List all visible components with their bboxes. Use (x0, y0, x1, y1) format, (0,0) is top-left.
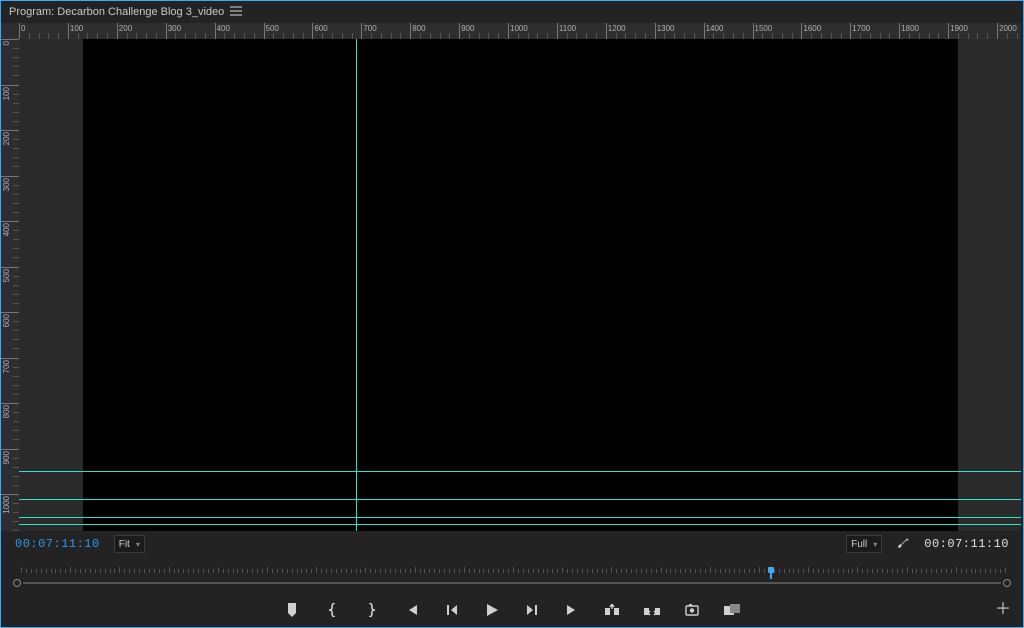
ruler-label: 900 (461, 24, 474, 33)
ruler-label: 1600 (803, 24, 821, 33)
go-to-out-button[interactable] (563, 601, 581, 619)
ruler-label: 800 (2, 405, 11, 418)
range-handle-end[interactable] (1003, 579, 1011, 587)
settings-wrench-icon[interactable] (896, 536, 910, 553)
ruler-label: 100 (2, 87, 11, 100)
zoom-select-label: Fit (119, 539, 130, 550)
guide-horizontal[interactable] (19, 517, 1021, 518)
ruler-label: 1800 (901, 24, 919, 33)
brace-close-button[interactable] (363, 601, 381, 619)
guide-vertical[interactable] (356, 39, 357, 531)
playhead-handle[interactable] (768, 567, 774, 573)
ruler-label: 400 (2, 223, 11, 236)
ruler-label: 1400 (706, 24, 724, 33)
panel-title: Program: Decarbon Challenge Blog 3_video (9, 6, 224, 18)
guide-horizontal[interactable] (19, 524, 1021, 525)
ruler-label: 300 (2, 178, 11, 191)
ruler-label: 500 (2, 269, 11, 282)
video-canvas (83, 39, 958, 531)
panel-titlebar: Program: Decarbon Challenge Blog 3_video (1, 1, 1023, 23)
ruler-label: 1000 (510, 24, 528, 33)
go-to-in-button[interactable] (403, 601, 421, 619)
lift-button[interactable] (603, 601, 621, 619)
step-forward-button[interactable] (523, 601, 541, 619)
program-monitor-panel: Program: Decarbon Challenge Blog 3_video… (0, 0, 1024, 628)
safe-margins-button[interactable] (723, 601, 741, 619)
ruler-label: 200 (2, 132, 11, 145)
playhead-timecode[interactable]: 00:07:11:10 (15, 537, 100, 551)
ruler-label: 600 (2, 314, 11, 327)
transport-controls: ＋ (1, 593, 1023, 627)
ruler-label: 2000 (999, 24, 1017, 33)
ruler-label: 1200 (608, 24, 626, 33)
time-ruler[interactable] (1, 557, 1023, 593)
ruler-label: 1900 (950, 24, 968, 33)
canvas-viewport[interactable] (19, 39, 1021, 531)
ruler-label: 400 (217, 24, 230, 33)
zoom-select[interactable]: Fit ▾ (114, 535, 145, 553)
ruler-label: 1000 (2, 496, 11, 514)
export-frame-button[interactable] (683, 601, 701, 619)
resolution-select-label: Full (851, 539, 867, 550)
guide-horizontal[interactable] (19, 471, 1021, 472)
ruler-label: 1300 (657, 24, 675, 33)
guide-horizontal[interactable] (19, 499, 1021, 500)
ruler-label: 0 (2, 41, 11, 45)
vertical-ruler[interactable]: 0 100 200 300 400 500 600 700 800 900 1000 (1, 39, 19, 531)
ruler-label: 700 (363, 24, 376, 33)
step-back-button[interactable] (443, 601, 461, 619)
info-bar: 00:07:11:10 Fit ▾ Full ▾ 00:07:11:10 (1, 531, 1023, 557)
chevron-down-icon: ▾ (873, 540, 877, 549)
range-handle-start[interactable] (13, 579, 21, 587)
play-button[interactable] (483, 601, 501, 619)
ruler-label: 800 (412, 24, 425, 33)
ruler-label: 700 (2, 360, 11, 373)
button-editor-plus-icon[interactable]: ＋ (995, 595, 1011, 619)
ruler-label: 1100 (559, 24, 576, 33)
ruler-label: 1500 (755, 24, 773, 33)
chevron-down-icon: ▾ (136, 540, 140, 549)
ruler-label: 100 (70, 24, 83, 33)
extract-button[interactable] (643, 601, 661, 619)
ruler-label: 500 (266, 24, 279, 33)
viewer-area: 0100200300400500600700800900100011001200… (1, 23, 1023, 531)
ruler-label: 1700 (852, 24, 870, 33)
ruler-label: 300 (168, 24, 181, 33)
duration-timecode[interactable]: 00:07:11:10 (924, 537, 1009, 551)
ruler-origin-corner (1, 23, 19, 39)
ruler-label: 600 (314, 24, 327, 33)
resolution-select[interactable]: Full ▾ (846, 535, 882, 553)
brace-open-button[interactable] (323, 601, 341, 619)
horizontal-ruler[interactable]: 0 100 200 300 400 500 600 700 800 900 1000 1100 1200… (19, 23, 1021, 39)
zoom-bar[interactable] (23, 582, 1001, 584)
ruler-label: 0 (21, 24, 25, 33)
ruler-label: 200 (119, 24, 132, 33)
ruler-label: 900 (2, 451, 11, 464)
panel-menu-icon[interactable] (230, 6, 242, 19)
marker-button[interactable] (283, 601, 301, 619)
